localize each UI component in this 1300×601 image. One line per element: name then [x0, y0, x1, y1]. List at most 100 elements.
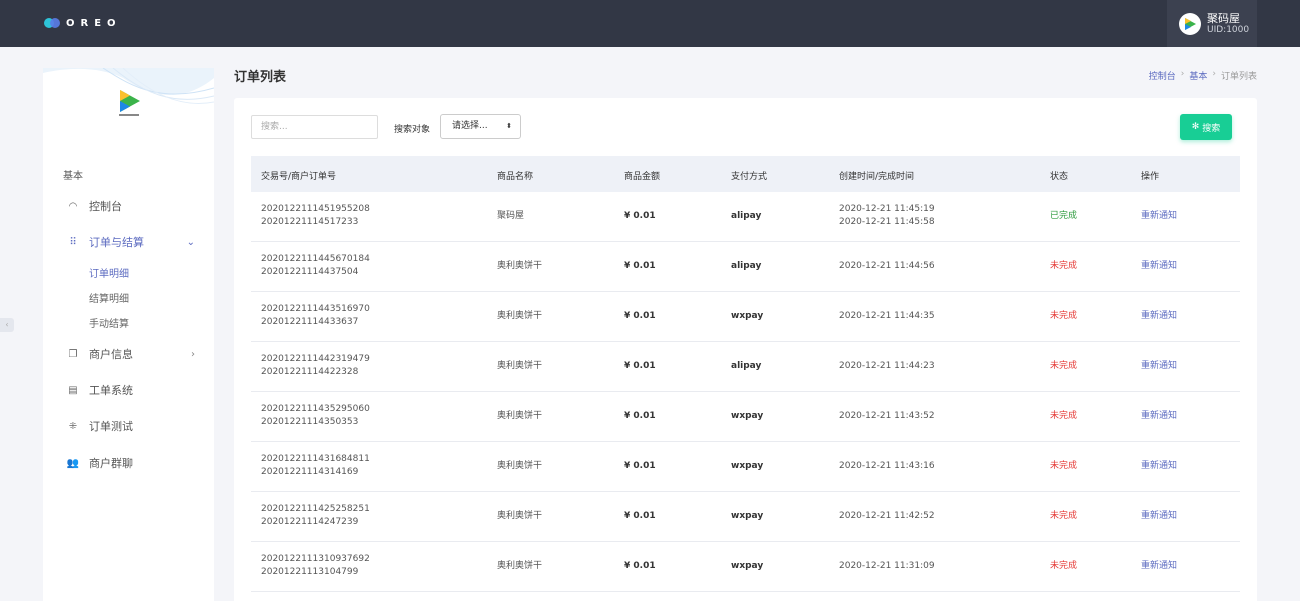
page-title: 订单列表	[234, 70, 287, 85]
created-time: 2020-12-21 11:45:19	[839, 204, 935, 214]
column-header-trade-no: 交易号/商户订单号	[261, 172, 337, 182]
table-header: 交易号/商户订单号 商品名称 商品金额 支付方式 创建时间/完成时间 状态 操作	[251, 156, 1240, 192]
sidebar-subitem-settlement-detail[interactable]: 结算明细	[89, 290, 129, 305]
status-badge: 未完成	[1050, 461, 1078, 471]
renotify-link[interactable]: 重新通知	[1141, 460, 1177, 473]
renotify-link[interactable]: 重新通知	[1141, 360, 1177, 373]
renotify-link[interactable]: 重新通知	[1141, 310, 1177, 323]
breadcrumb-dashboard[interactable]: 控制台	[1149, 69, 1176, 82]
search-input[interactable]	[251, 115, 378, 139]
status-badge: 未完成	[1050, 361, 1078, 371]
created-time: 2020-12-21 11:44:23	[839, 361, 935, 371]
search-icon: ✻	[1191, 122, 1200, 132]
chevron-right-icon: ›	[191, 348, 195, 360]
time-cell: 2020-12-21 11:45:19 2020-12-21 11:45:58	[839, 203, 935, 229]
trade-no: 2020122111431684811	[261, 454, 370, 464]
product-name: 奥利奥饼干	[497, 461, 543, 471]
sidebar-item-label: 商户信息	[89, 348, 133, 361]
finished-time: 2020-12-21 11:45:58	[839, 217, 935, 227]
amount: ¥ 0.01	[624, 411, 656, 421]
amount: ¥ 0.01	[624, 261, 656, 271]
merchant-order-no: 20201221114433637	[261, 317, 359, 327]
created-time: 2020-12-21 11:44:56	[839, 261, 935, 271]
sidebar-item-orders[interactable]: ⠿ 订单与结算 ⌄	[65, 234, 195, 250]
product-name: 奥利奥饼干	[497, 311, 543, 321]
search-target-select[interactable]: 请选择... ⬍	[440, 114, 521, 139]
merchant-order-no: 20201221113104799	[261, 567, 359, 577]
group-icon: 👥	[66, 457, 80, 469]
play-logo-icon	[119, 90, 140, 116]
test-icon: ⁜	[68, 420, 78, 432]
trade-no: 2020122111310937692	[261, 554, 370, 564]
play-logo-icon	[1185, 17, 1196, 30]
search-target-label: 搜索对象	[394, 125, 431, 135]
sidebar-logo	[116, 88, 142, 121]
pay-method: wxpay	[731, 561, 764, 571]
column-header-status: 状态	[1050, 172, 1069, 182]
time-cell: 2020-12-21 11:31:09	[839, 560, 935, 573]
trade-no-cell: 2020122111310937692 20201221113104799	[261, 553, 370, 579]
column-header-action: 操作	[1141, 172, 1160, 182]
sidebar-banner	[43, 68, 214, 148]
top-bar: OREO 聚码屋 UID:1000	[0, 0, 1300, 47]
renotify-link[interactable]: 重新通知	[1141, 210, 1177, 223]
created-time: 2020-12-21 11:31:09	[839, 561, 935, 571]
column-header-time: 创建时间/完成时间	[839, 172, 915, 182]
status-badge: 未完成	[1050, 561, 1078, 571]
logo[interactable]: OREO	[44, 17, 122, 29]
renotify-link[interactable]: 重新通知	[1141, 560, 1177, 573]
nav-section-title: 基本	[63, 171, 83, 182]
column-header-product: 商品名称	[497, 172, 534, 182]
merchant-order-no: 20201221114422328	[261, 367, 359, 377]
time-cell: 2020-12-21 11:43:16	[839, 460, 935, 473]
user-uid: UID:1000	[1207, 24, 1250, 35]
renotify-link[interactable]: 重新通知	[1141, 510, 1177, 523]
status-badge: 未完成	[1050, 411, 1078, 421]
product-name: 奥利奥饼干	[497, 361, 543, 371]
sidebar-item-label: 控制台	[89, 200, 122, 213]
user-menu[interactable]: 聚码屋 UID:1000	[1167, 0, 1257, 47]
table-row: 2020122111442319479 20201221114422328 奥利…	[251, 342, 1240, 392]
select-arrows-icon: ⬍	[506, 122, 512, 130]
pay-method: wxpay	[731, 311, 764, 321]
gauge-icon: ◠	[68, 200, 78, 212]
pay-method: alipay	[731, 361, 762, 371]
created-time: 2020-12-21 11:42:52	[839, 511, 935, 521]
time-cell: 2020-12-21 11:44:35	[839, 310, 935, 323]
trade-no-cell: 2020122111431684811 20201221114314169	[261, 453, 370, 479]
sidebar-subitem-order-detail[interactable]: 订单明细	[89, 265, 129, 280]
sidebar: 基本 ◠ 控制台 ⠿ 订单与结算 ⌄ 订单明细 结算明细 手动结算 ❐ 商户信息…	[43, 68, 214, 601]
sidebar-item-merchant-chat[interactable]: 👥 商户群聊	[65, 455, 195, 471]
sidebar-toggle-icon[interactable]: ‹	[0, 318, 14, 332]
sidebar-item-tickets[interactable]: ▤ 工单系统	[65, 382, 195, 398]
breadcrumb-basic[interactable]: 基本	[1189, 69, 1207, 82]
chevron-down-icon: ⌄	[186, 236, 195, 248]
select-value: 请选择...	[452, 121, 488, 131]
renotify-link[interactable]: 重新通知	[1141, 260, 1177, 273]
merchant-order-no: 20201221114247239	[261, 517, 359, 527]
sidebar-item-label: 商户群聊	[89, 457, 133, 470]
search-button[interactable]: ✻ 搜索	[1180, 114, 1232, 140]
amount: ¥ 0.01	[624, 561, 656, 571]
sidebar-subitem-manual-settlement[interactable]: 手动结算	[89, 315, 129, 330]
created-time: 2020-12-21 11:43:16	[839, 461, 935, 471]
user-name: 聚码屋	[1207, 11, 1240, 25]
sidebar-item-label: 工单系统	[89, 384, 133, 397]
table-row: 2020122111451955208 20201221114517233 聚码…	[251, 192, 1240, 242]
sidebar-item-dashboard[interactable]: ◠ 控制台	[65, 198, 195, 214]
trade-no-cell: 2020122111445670184 20201221114437504	[261, 253, 370, 279]
product-name: 聚码屋	[497, 211, 525, 221]
product-name: 奥利奥饼干	[497, 411, 543, 421]
trade-no-cell: 2020122111425258251 20201221114247239	[261, 503, 370, 529]
renotify-link[interactable]: 重新通知	[1141, 410, 1177, 423]
grid-icon: ⠿	[69, 236, 77, 248]
pay-method: wxpay	[731, 511, 764, 521]
trade-no: 2020122111445670184	[261, 254, 370, 264]
table-row: 2020122111310937692 20201221113104799 奥利…	[251, 542, 1240, 592]
sidebar-item-merchant-info[interactable]: ❐ 商户信息 ›	[65, 346, 195, 362]
created-time: 2020-12-21 11:44:35	[839, 311, 935, 321]
amount: ¥ 0.01	[624, 361, 656, 371]
status-badge: 未完成	[1050, 261, 1078, 271]
sidebar-item-order-test[interactable]: ⁜ 订单测试	[65, 418, 195, 434]
breadcrumb-separator-icon: ›	[1212, 69, 1216, 79]
